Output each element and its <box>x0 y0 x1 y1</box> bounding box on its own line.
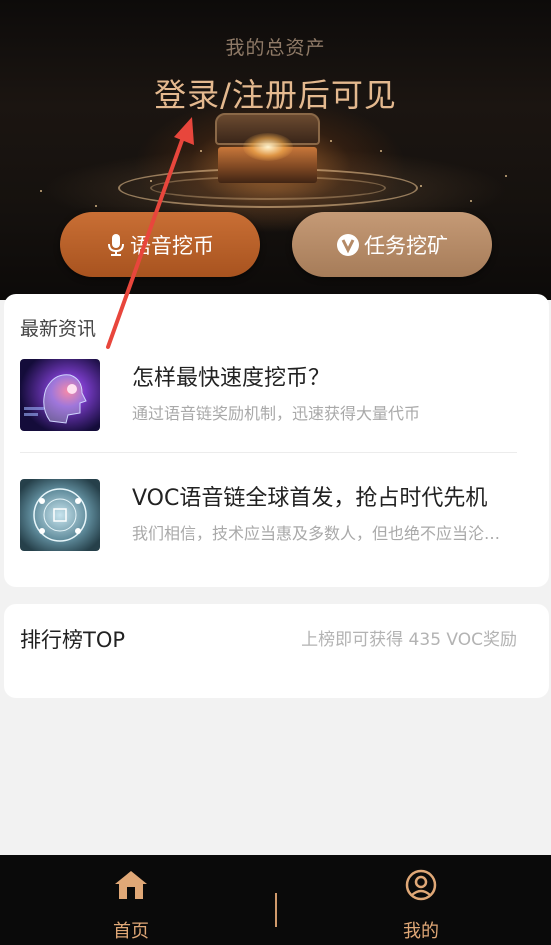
voc-coin-icon <box>336 233 360 257</box>
task-mining-label: 任务挖矿 <box>364 233 448 258</box>
task-mining-button[interactable]: 任务挖矿 <box>292 212 492 277</box>
news-item-desc: 通过语音链奖励机制，迅速获得大量代币 <box>132 404 421 423</box>
login-to-view-text[interactable]: 登录/注册后可见 <box>0 70 551 116</box>
news-item-title: VOC语音链全球首发，抢占时代先机 <box>132 486 488 511</box>
ranking-reward-note: 上榜即可获得 435 VOC奖励 <box>301 630 517 650</box>
tab-divider <box>275 893 277 927</box>
ai-head-thumbnail-icon <box>20 359 100 431</box>
news-section: 最新资讯 怎样最快速度挖币？ 通过语音链奖励机制，迅速获得大量代币 VOC语音链… <box>4 294 549 587</box>
treasure-chest-icon <box>215 113 320 183</box>
user-icon <box>404 869 438 909</box>
tab-home[interactable]: 首页 <box>61 855 201 945</box>
news-item-title: 怎样最快速度挖币？ <box>132 366 331 391</box>
ranking-title: 排行榜TOP <box>20 628 126 652</box>
divider <box>20 452 517 453</box>
news-section-title: 最新资讯 <box>20 318 97 340</box>
ranking-card[interactable]: 排行榜TOP 上榜即可获得 435 VOC奖励 <box>4 604 549 698</box>
news-item-desc: 我们相信，技术应当惠及多数人，但也绝不应当沦为少数人的工具 <box>132 524 512 543</box>
news-item[interactable]: 怎样最快速度挖币？ 通过语音链奖励机制，迅速获得大量代币 <box>4 354 549 454</box>
total-assets-label: 我的总资产 <box>225 37 326 59</box>
home-icon <box>114 869 148 905</box>
annotation-arrow <box>106 117 194 349</box>
tech-globe-thumbnail-icon <box>20 479 100 551</box>
news-item[interactable]: VOC语音链全球首发，抢占时代先机 我们相信，技术应当惠及多数人，但也绝不应当沦… <box>4 474 549 574</box>
tab-mine[interactable]: 我的 <box>351 855 491 945</box>
tab-home-label: 首页 <box>113 921 149 942</box>
tab-mine-label: 我的 <box>403 921 439 942</box>
